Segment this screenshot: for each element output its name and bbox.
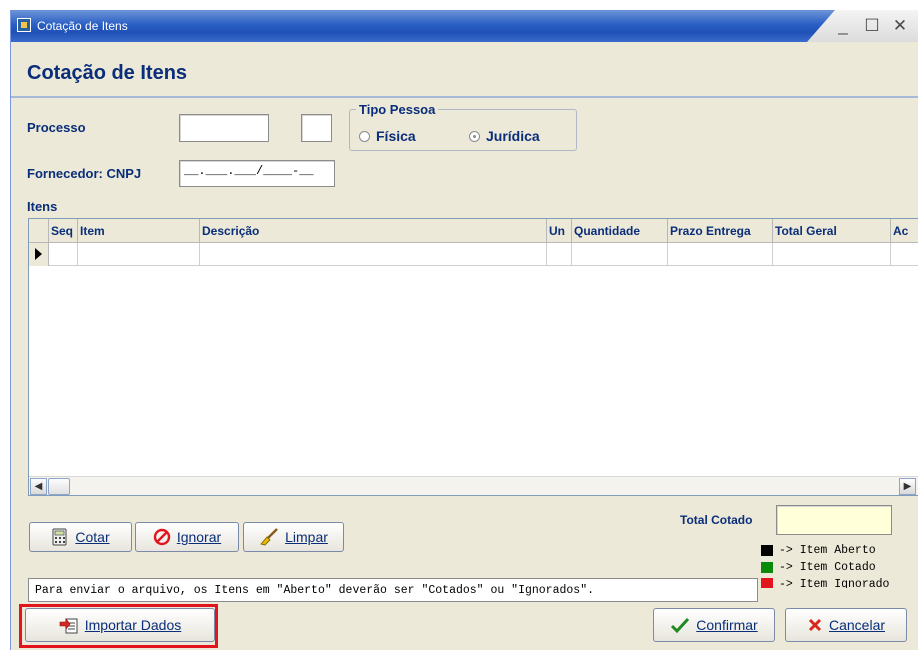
legend-ignorado-label: -> Item Ignorado — [779, 578, 890, 588]
calculator-icon — [52, 528, 67, 546]
radio-fisica[interactable]: Física — [359, 128, 416, 144]
cnpj-input[interactable]: __.___.___/____-__ — [179, 160, 335, 187]
col-total-geral[interactable]: Total Geral — [773, 219, 891, 243]
grid-header: Seq Item Descrição Un Quantidade Prazo E… — [29, 219, 918, 243]
ignorar-button[interactable]: Ignorar — [135, 522, 239, 552]
scroll-left-icon[interactable]: ◀ — [30, 478, 47, 495]
red-swatch-icon — [761, 578, 773, 588]
radio-checked-icon — [469, 130, 480, 142]
window-title: Cotação de Itens — [37, 19, 128, 33]
fornecedor-label: Fornecedor: CNPJ — [27, 166, 142, 181]
total-cotado-label: Total Cotado — [680, 513, 753, 527]
checkmark-icon — [671, 617, 690, 634]
processo-input[interactable] — [179, 114, 269, 142]
col-prazo-entrega[interactable]: Prazo Entrega — [668, 219, 773, 243]
legend-item-cotado: -> Item Cotado — [761, 561, 876, 574]
legend-item-aberto: -> Item Aberto — [761, 544, 876, 557]
header-divider — [11, 96, 918, 98]
col-ac[interactable]: Ac — [891, 219, 918, 243]
scroll-right-icon[interactable]: ▶ — [899, 478, 916, 495]
minimize-button[interactable]: _ — [832, 16, 854, 36]
page-title: Cotação de Itens — [27, 62, 188, 84]
cancelar-button[interactable]: Cancelar — [785, 608, 907, 642]
app-icon — [17, 18, 31, 32]
confirmar-button[interactable]: Confirmar — [653, 608, 775, 642]
title-bar[interactable]: Cotação de Itens _ ☐ ✕ — [11, 10, 918, 42]
legend-aberto-label: -> Item Aberto — [779, 544, 876, 557]
close-button[interactable]: ✕ — [889, 16, 911, 36]
processo-suffix-input[interactable] — [301, 114, 332, 142]
limpar-label: Limpar — [285, 529, 328, 545]
col-item[interactable]: Item — [78, 219, 200, 243]
legend-item-ignorado: -> Item Ignorado — [761, 578, 889, 588]
col-seq[interactable]: Seq — [49, 219, 78, 243]
cancel-x-icon — [808, 618, 822, 632]
maximize-button[interactable]: ☐ — [861, 16, 883, 36]
cotacao-window: Cotação de Itens _ ☐ ✕ Cotação de Itens … — [10, 10, 918, 650]
highlight-box — [19, 604, 218, 648]
itens-label: Itens — [27, 199, 58, 214]
processo-label: Processo — [27, 120, 86, 135]
radio-juridica-label: Jurídica — [486, 128, 540, 144]
tipo-pessoa-legend: Tipo Pessoa — [356, 102, 439, 117]
cancelar-label: Cancelar — [828, 617, 886, 633]
instruction-note: Para enviar o arquivo, os Itens em "Aber… — [28, 578, 758, 602]
prohibited-icon — [153, 528, 171, 546]
table-row[interactable] — [29, 243, 918, 266]
cotar-label: Cotar — [75, 529, 110, 545]
col-quantidade[interactable]: Quantidade — [572, 219, 668, 243]
col-indicator-header — [29, 219, 49, 243]
total-cotado-field — [776, 505, 892, 535]
row-indicator-icon — [29, 243, 49, 266]
ignorar-label: Ignorar — [176, 529, 222, 545]
horizontal-scrollbar[interactable]: ◀ ▶ — [29, 476, 918, 495]
cotar-button[interactable]: Cotar — [29, 522, 132, 552]
broom-icon — [260, 528, 278, 546]
col-un[interactable]: Un — [547, 219, 572, 243]
col-descricao[interactable]: Descrição — [200, 219, 547, 243]
scroll-thumb[interactable] — [48, 478, 70, 495]
confirmar-label: Confirmar — [696, 617, 758, 633]
black-swatch-icon — [761, 545, 773, 556]
green-swatch-icon — [761, 562, 773, 573]
items-grid[interactable]: Seq Item Descrição Un Quantidade Prazo E… — [28, 218, 918, 496]
radio-juridica[interactable]: Jurídica — [469, 128, 540, 144]
limpar-button[interactable]: Limpar — [243, 522, 344, 552]
radio-unchecked-icon — [359, 130, 370, 142]
legend-cotado-label: -> Item Cotado — [779, 561, 876, 574]
radio-fisica-label: Física — [376, 128, 416, 144]
